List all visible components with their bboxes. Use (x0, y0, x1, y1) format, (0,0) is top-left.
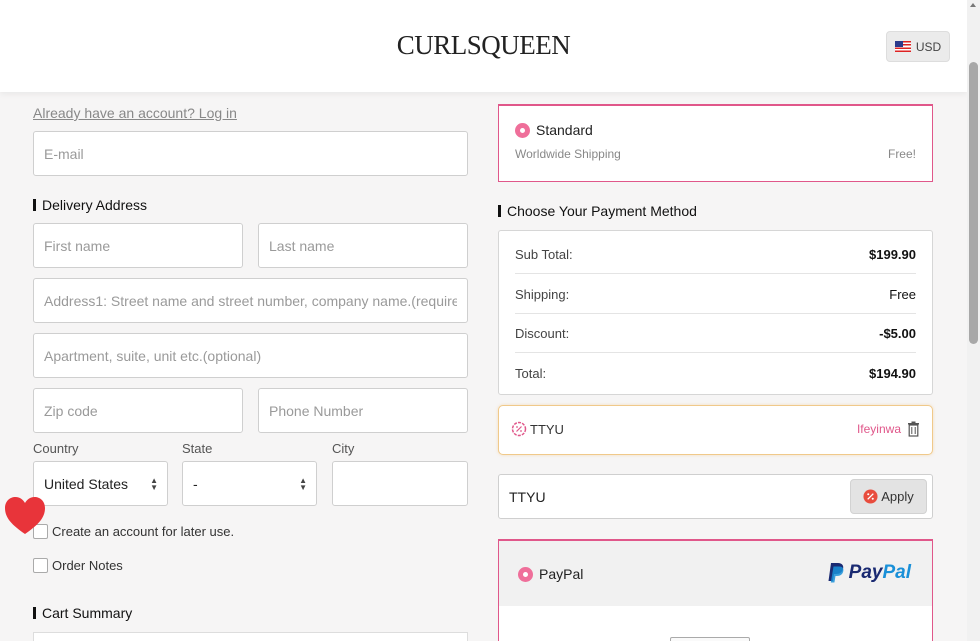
cart-summary-title: Cart Summary (33, 606, 132, 620)
total-value: $194.90 (869, 366, 916, 381)
last-name-field[interactable] (258, 223, 468, 268)
page-scrollbar[interactable] (967, 0, 980, 641)
delivery-address-title: Delivery Address (33, 198, 147, 212)
applied-coupon: TTYU Ifeyinwa (498, 405, 933, 455)
paypal-logo-text-2: Pal (882, 562, 911, 583)
coupon-badge-icon (511, 421, 527, 437)
scroll-thumb[interactable] (969, 62, 978, 344)
shipping-method-name: Standard (536, 122, 593, 138)
order-summary: Sub Total: $199.90 Shipping: Free Discou… (498, 230, 933, 395)
country-value: United States (44, 475, 129, 492)
divider (515, 313, 916, 314)
select-arrows-icon: ▲ ▼ (150, 476, 158, 492)
currency-label: USD (915, 39, 942, 54)
trash-icon[interactable] (907, 421, 920, 437)
discount-row: Discount: -$5.00 (515, 326, 916, 341)
paypal-logo-icon: PayPal (827, 562, 911, 584)
address1-field[interactable] (33, 278, 468, 323)
login-link[interactable]: Already have an account? Log in (33, 105, 237, 121)
subtotal-label: Sub Total: (515, 247, 573, 262)
discount-badge-icon (863, 489, 878, 504)
coupon-user: Ifeyinwa (856, 422, 901, 436)
paypal-option-label: PayPal (539, 566, 584, 582)
first-name-field[interactable] (33, 223, 243, 268)
header: CURLSQUEEN USD (0, 0, 967, 92)
apply-button[interactable]: Apply (850, 479, 927, 514)
country-select[interactable]: United States ▲ ▼ (33, 461, 168, 506)
state-select[interactable]: - ▲ ▼ (182, 461, 317, 506)
shipping-description: Worldwide Shipping (515, 147, 621, 161)
promo-code-box: Apply (498, 474, 933, 519)
apply-label: Apply (881, 489, 914, 504)
order-notes-option[interactable]: Order Notes (33, 558, 123, 573)
store-logo[interactable]: CURLSQUEEN (0, 30, 967, 61)
payment-method-title: Choose Your Payment Method (498, 204, 697, 218)
order-notes-label: Order Notes (52, 558, 123, 573)
select-arrows-icon: ▲ ▼ (299, 476, 307, 492)
create-account-option[interactable]: Create an account for later use. (33, 524, 234, 539)
city-field[interactable] (332, 461, 468, 506)
shipping-price: Free! (887, 147, 916, 161)
paypal-logo-text-1: Pay (848, 562, 883, 583)
paypal-card-graphic (670, 637, 750, 641)
email-field[interactable] (33, 131, 468, 176)
zip-code-field[interactable] (33, 388, 243, 433)
shipping-option-standard[interactable]: Standard Worldwide Shipping Free! (498, 104, 933, 182)
us-flag-icon (894, 41, 911, 52)
address2-field[interactable] (33, 333, 468, 378)
divider (515, 352, 916, 353)
paypal-p-icon (828, 563, 844, 583)
create-account-label: Create an account for later use. (52, 524, 235, 539)
coupon-code: TTYU (530, 421, 564, 437)
radio-selected-icon[interactable] (518, 566, 533, 582)
shipping-row: Shipping: Free (515, 287, 916, 302)
shipping-value: Free (889, 287, 916, 302)
discount-value: -$5.00 (879, 326, 916, 341)
state-label: State (182, 441, 213, 456)
heart-icon[interactable] (4, 497, 46, 535)
phone-number-field[interactable] (258, 388, 468, 433)
city-label: City (332, 441, 355, 456)
order-notes-checkbox[interactable] (33, 558, 48, 573)
discount-label: Discount: (515, 326, 570, 341)
divider (515, 273, 916, 274)
currency-selector[interactable]: USD (886, 31, 950, 62)
payment-option-paypal[interactable]: PayPal PayPal (498, 539, 933, 641)
subtotal-value: $199.90 (869, 247, 916, 262)
total-row: Total: $194.90 (515, 366, 916, 381)
cart-summary-box (33, 632, 468, 641)
total-label: Total: (515, 366, 547, 381)
radio-selected-icon[interactable] (515, 122, 530, 138)
country-label: Country (33, 441, 79, 456)
state-value: - (193, 475, 198, 492)
shipping-label: Shipping: (515, 287, 570, 302)
scroll-up-arrow-icon[interactable] (970, 3, 976, 7)
subtotal-row: Sub Total: $199.90 (515, 247, 916, 262)
promo-code-input[interactable] (509, 475, 839, 518)
